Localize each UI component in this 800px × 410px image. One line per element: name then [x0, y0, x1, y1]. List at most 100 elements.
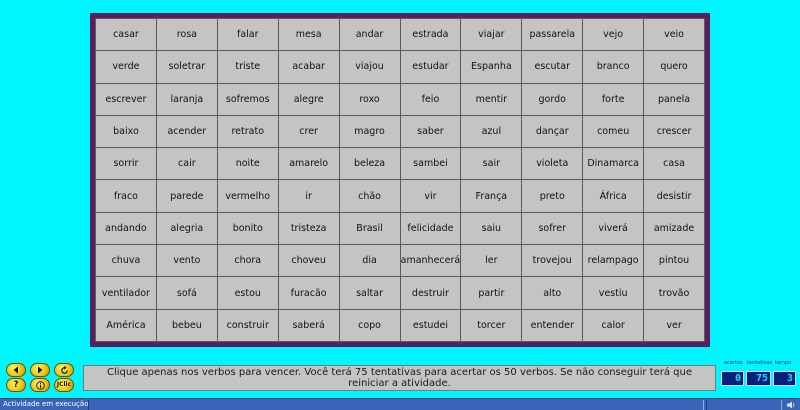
- word-cell[interactable]: viajou: [339, 51, 400, 83]
- word-cell[interactable]: violeta: [522, 148, 583, 180]
- word-cell[interactable]: entender: [522, 309, 583, 341]
- word-cell[interactable]: alto: [522, 277, 583, 309]
- word-cell[interactable]: partir: [461, 277, 522, 309]
- word-cell[interactable]: bonito: [217, 212, 278, 245]
- word-cell[interactable]: soletrar: [156, 51, 217, 83]
- word-cell[interactable]: sorrir: [96, 148, 156, 180]
- word-cell[interactable]: acender: [156, 115, 217, 148]
- word-cell[interactable]: Dinamarca: [583, 148, 644, 180]
- word-cell[interactable]: escutar: [522, 51, 583, 83]
- word-cell[interactable]: rosa: [156, 19, 217, 51]
- info-button[interactable]: [30, 378, 50, 392]
- word-cell[interactable]: vir: [400, 180, 461, 212]
- word-cell[interactable]: copo: [339, 309, 400, 341]
- word-cell[interactable]: ler: [461, 245, 522, 277]
- word-cell[interactable]: África: [583, 180, 644, 212]
- word-cell[interactable]: branco: [583, 51, 644, 83]
- word-cell[interactable]: panela: [644, 83, 704, 115]
- word-cell[interactable]: amarelo: [278, 148, 339, 180]
- word-cell[interactable]: falar: [217, 19, 278, 51]
- word-cell[interactable]: estudei: [400, 309, 461, 341]
- word-cell[interactable]: calor: [583, 309, 644, 341]
- word-cell[interactable]: amanhecerá: [400, 245, 461, 277]
- word-cell[interactable]: Brasil: [339, 212, 400, 245]
- word-cell[interactable]: tristeza: [278, 212, 339, 245]
- word-cell[interactable]: verde: [96, 51, 156, 83]
- word-cell[interactable]: furacão: [278, 277, 339, 309]
- word-cell[interactable]: saiu: [461, 212, 522, 245]
- word-cell[interactable]: casar: [96, 19, 156, 51]
- word-cell[interactable]: roxo: [339, 83, 400, 115]
- word-cell[interactable]: dançar: [522, 115, 583, 148]
- word-cell[interactable]: ver: [644, 309, 704, 341]
- word-cell[interactable]: vermelho: [217, 180, 278, 212]
- help-button[interactable]: ?: [6, 378, 26, 392]
- word-cell[interactable]: magro: [339, 115, 400, 148]
- word-cell[interactable]: vestiu: [583, 277, 644, 309]
- word-cell[interactable]: desistir: [644, 180, 704, 212]
- word-cell[interactable]: triste: [217, 51, 278, 83]
- word-cell[interactable]: andar: [339, 19, 400, 51]
- word-cell[interactable]: bebeu: [156, 309, 217, 341]
- word-cell[interactable]: saltar: [339, 277, 400, 309]
- word-cell[interactable]: escrever: [96, 83, 156, 115]
- word-cell[interactable]: gordo: [522, 83, 583, 115]
- sound-icon[interactable]: [786, 400, 796, 410]
- word-cell[interactable]: beleza: [339, 148, 400, 180]
- word-cell[interactable]: fraco: [96, 180, 156, 212]
- word-cell[interactable]: estou: [217, 277, 278, 309]
- word-cell[interactable]: ventilador: [96, 277, 156, 309]
- word-cell[interactable]: feio: [400, 83, 461, 115]
- word-cell[interactable]: vejo: [583, 19, 644, 51]
- word-cell[interactable]: sofá: [156, 277, 217, 309]
- word-cell[interactable]: estudar: [400, 51, 461, 83]
- word-cell[interactable]: sofremos: [217, 83, 278, 115]
- word-cell[interactable]: construir: [217, 309, 278, 341]
- word-cell[interactable]: ir: [278, 180, 339, 212]
- word-cell[interactable]: amizade: [644, 212, 704, 245]
- word-cell[interactable]: chão: [339, 180, 400, 212]
- word-cell[interactable]: andando: [96, 212, 156, 245]
- word-cell[interactable]: crer: [278, 115, 339, 148]
- word-cell[interactable]: relampago: [583, 245, 644, 277]
- word-cell[interactable]: laranja: [156, 83, 217, 115]
- word-cell[interactable]: passarela: [522, 19, 583, 51]
- word-cell[interactable]: sambei: [400, 148, 461, 180]
- word-cell[interactable]: crescer: [644, 115, 704, 148]
- word-cell[interactable]: noite: [217, 148, 278, 180]
- word-cell[interactable]: trovejou: [522, 245, 583, 277]
- word-cell[interactable]: comeu: [583, 115, 644, 148]
- word-cell[interactable]: alegre: [278, 83, 339, 115]
- word-cell[interactable]: pintou: [644, 245, 704, 277]
- previous-button[interactable]: [6, 363, 26, 377]
- word-cell[interactable]: chora: [217, 245, 278, 277]
- word-cell[interactable]: estrada: [400, 19, 461, 51]
- word-cell[interactable]: preto: [522, 180, 583, 212]
- word-cell[interactable]: Espanha: [461, 51, 522, 83]
- word-cell[interactable]: choveu: [278, 245, 339, 277]
- word-cell[interactable]: França: [461, 180, 522, 212]
- word-cell[interactable]: viajar: [461, 19, 522, 51]
- word-cell[interactable]: quero: [644, 51, 704, 83]
- word-cell[interactable]: sair: [461, 148, 522, 180]
- word-cell[interactable]: felicidade: [400, 212, 461, 245]
- word-cell[interactable]: azul: [461, 115, 522, 148]
- word-cell[interactable]: América: [96, 309, 156, 341]
- word-cell[interactable]: alegria: [156, 212, 217, 245]
- next-button[interactable]: [30, 363, 50, 377]
- word-cell[interactable]: mesa: [278, 19, 339, 51]
- word-cell[interactable]: forte: [583, 83, 644, 115]
- word-cell[interactable]: vento: [156, 245, 217, 277]
- word-cell[interactable]: viverá: [583, 212, 644, 245]
- word-cell[interactable]: saberá: [278, 309, 339, 341]
- restart-button[interactable]: [54, 363, 74, 377]
- word-cell[interactable]: torcer: [461, 309, 522, 341]
- word-cell[interactable]: trovão: [644, 277, 704, 309]
- word-cell[interactable]: retrato: [217, 115, 278, 148]
- word-cell[interactable]: destruir: [400, 277, 461, 309]
- word-cell[interactable]: parede: [156, 180, 217, 212]
- word-cell[interactable]: veio: [644, 19, 704, 51]
- word-cell[interactable]: mentir: [461, 83, 522, 115]
- word-cell[interactable]: acabar: [278, 51, 339, 83]
- word-cell[interactable]: baixo: [96, 115, 156, 148]
